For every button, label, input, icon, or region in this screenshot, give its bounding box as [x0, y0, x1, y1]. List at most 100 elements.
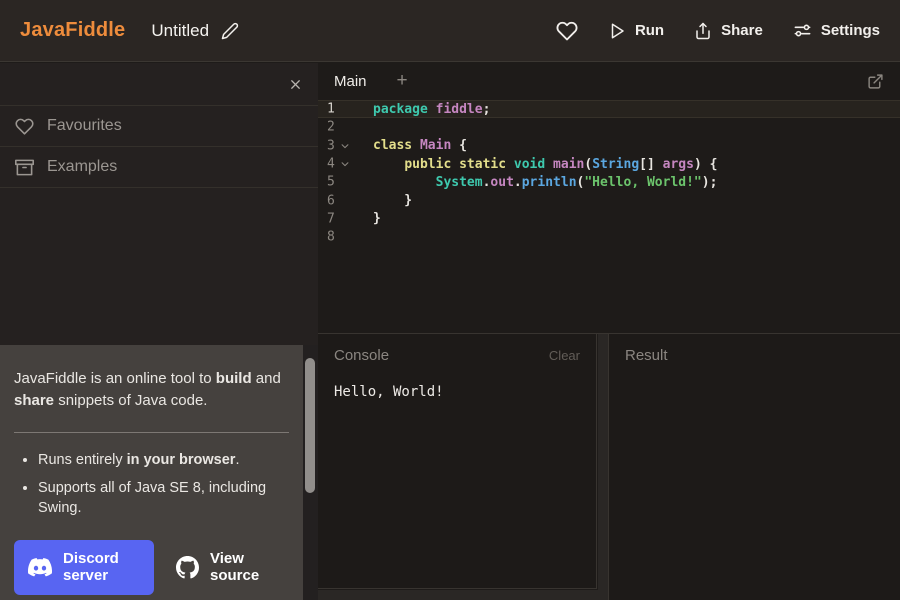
code-token: . — [514, 175, 522, 190]
discord-button-label: Discord server — [63, 550, 133, 585]
console-title: Console — [334, 347, 389, 364]
code-line[interactable]: 8 — [318, 228, 900, 246]
vertical-resize-handle[interactable] — [598, 334, 608, 600]
line-gutter: 7 — [318, 210, 373, 228]
sidebar-item-favourites[interactable]: Favourites — [0, 106, 318, 147]
line-number: 2 — [327, 120, 335, 135]
sidebar-item-label: Examples — [47, 158, 117, 176]
code-token — [428, 102, 436, 117]
code-token: String — [592, 157, 639, 172]
line-number: 3 — [327, 138, 335, 153]
view-source-button-label: View source — [210, 550, 280, 585]
code-text: System.out.println("Hello, World!"); — [373, 175, 717, 190]
favorite-button[interactable] — [556, 20, 578, 42]
fold-chevron-icon[interactable] — [340, 159, 350, 169]
code-editor: Main + 1package fiddle;23class Main {4 p… — [318, 62, 900, 333]
clear-console-button[interactable]: Clear — [549, 348, 580, 363]
text-segment: build — [216, 370, 252, 387]
code-token: { — [451, 138, 467, 153]
code-token: [] — [639, 157, 662, 172]
edit-title-button[interactable] — [221, 22, 239, 40]
discord-icon — [28, 558, 52, 577]
code-token — [412, 138, 420, 153]
code-token: main — [553, 157, 584, 172]
share-icon — [694, 22, 712, 40]
heart-icon — [15, 117, 47, 136]
console-header: Console Clear — [318, 334, 596, 364]
info-bullet-list: Runs entirely in your browser. Supports a… — [14, 451, 289, 519]
discord-server-button[interactable]: Discord server — [14, 540, 154, 595]
header: JavaFiddle Untitled Run — [0, 0, 900, 62]
code-token: public — [404, 157, 451, 172]
sidebar: Favourites Examples — [0, 63, 318, 345]
code-token: out — [490, 175, 513, 190]
close-sidebar-button[interactable] — [288, 77, 303, 92]
line-gutter: 6 — [318, 191, 373, 209]
code-token: println — [522, 175, 577, 190]
code-line[interactable]: 6 } — [318, 191, 900, 209]
info-scrollbar-track — [303, 345, 318, 600]
code-text: } — [373, 211, 381, 226]
app-logo[interactable]: JavaFiddle — [20, 19, 125, 42]
fold-chevron-icon[interactable] — [340, 141, 350, 151]
code-area: 1package fiddle;23class Main {4 public s… — [318, 100, 900, 246]
line-number: 4 — [327, 157, 335, 172]
line-gutter: 2 — [318, 118, 373, 136]
code-token — [451, 157, 459, 172]
info-scrollbar-thumb[interactable] — [305, 358, 315, 493]
code-line[interactable]: 1 package fiddle; — [318, 100, 900, 118]
github-icon — [176, 556, 199, 579]
view-source-button[interactable]: View source — [176, 550, 280, 585]
code-token: ); — [702, 175, 718, 190]
code-line[interactable]: 7} — [318, 210, 900, 228]
line-gutter: 4 — [318, 155, 373, 173]
code-token: package — [373, 102, 428, 117]
share-label: Share — [721, 22, 763, 39]
text-segment: Runs entirely — [38, 452, 127, 468]
result-panel: Result — [608, 334, 900, 600]
run-button[interactable]: Run — [608, 22, 664, 40]
code-line[interactable]: 3 class Main { — [318, 137, 900, 155]
divider — [14, 432, 289, 433]
code-token: } — [373, 193, 412, 208]
settings-button[interactable]: Settings — [793, 21, 880, 40]
code-line[interactable]: 2 — [318, 118, 900, 136]
header-actions: Run Share Settings — [556, 20, 880, 42]
result-title: Result — [625, 347, 668, 364]
add-tab-button[interactable]: + — [397, 70, 408, 92]
share-button[interactable]: Share — [694, 22, 763, 40]
code-token: args — [663, 157, 694, 172]
console-output: Hello, World! — [318, 364, 596, 400]
open-external-button[interactable] — [867, 73, 884, 90]
line-number: 7 — [327, 211, 335, 226]
code-line[interactable]: 5 System.out.println("Hello, World!"); — [318, 173, 900, 191]
code-text: class Main { — [373, 138, 467, 153]
info-bullet: Runs entirely in your browser. — [38, 451, 289, 471]
text-segment: and — [252, 370, 281, 387]
code-token: static — [459, 157, 506, 172]
line-number: 1 — [327, 102, 335, 117]
code-text: package fiddle; — [373, 102, 490, 117]
code-line[interactable]: 4 public static void main(String[] args)… — [318, 155, 900, 173]
line-gutter: 3 — [318, 137, 373, 155]
document-title: Untitled — [151, 21, 209, 41]
output-area: Console Clear Hello, World! Result — [318, 333, 900, 600]
code-token — [545, 157, 553, 172]
line-gutter: 1 — [318, 100, 373, 118]
code-token: ) { — [694, 157, 717, 172]
console-panel: Console Clear Hello, World! — [318, 334, 597, 589]
sidebar-item-label: Favourites — [47, 117, 122, 135]
code-token: System — [436, 175, 483, 190]
line-gutter: 8 — [318, 228, 373, 246]
code-token: class — [373, 138, 412, 153]
info-bullet: Supports all of Java SE 8, including Swi… — [38, 479, 289, 518]
line-number: 5 — [327, 175, 335, 190]
code-token: Main — [420, 138, 451, 153]
info-intro-text: JavaFiddle is an online tool to build an… — [14, 368, 289, 412]
info-panel: JavaFiddle is an online tool to build an… — [0, 345, 303, 600]
horizontal-resize-handle[interactable] — [318, 590, 598, 600]
run-label: Run — [635, 22, 664, 39]
sidebar-item-examples[interactable]: Examples — [0, 147, 318, 188]
tab-main[interactable]: Main — [334, 73, 367, 90]
code-token: ; — [483, 102, 491, 117]
